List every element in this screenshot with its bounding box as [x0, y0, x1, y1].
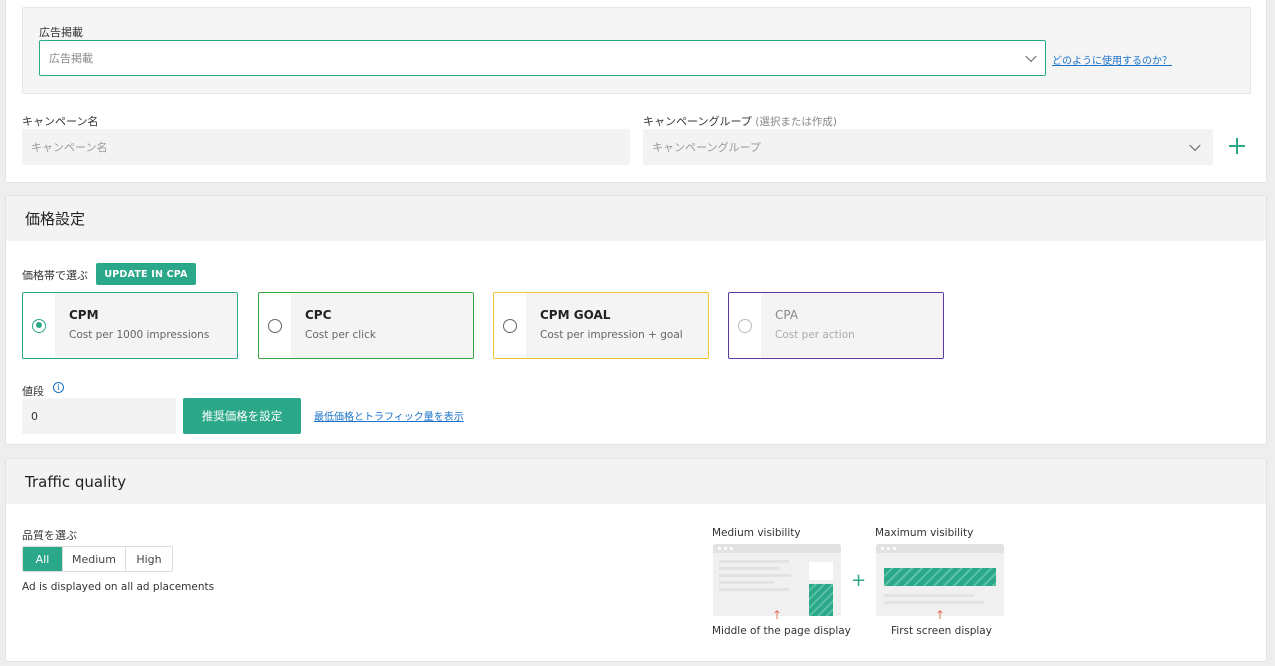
pricing-option-subtitle: Cost per 1000 impressions [69, 329, 210, 341]
segment-medium[interactable]: Medium [63, 547, 126, 571]
campaign-name-label: キャンペーン名 [22, 115, 99, 128]
price-value: 0 [31, 409, 38, 423]
quality-description: Ad is displayed on all ad placements [22, 581, 215, 593]
maximum-visibility-illustration [876, 544, 1004, 616]
campaign-details-card: 広告掲載 広告掲載 どのように使用するのか？ キャンペーン名 キャンペーン名 キ… [5, 0, 1267, 183]
pricing-option-cpc[interactable]: CPC Cost per click [258, 292, 474, 359]
radio-button[interactable] [503, 318, 517, 333]
pricing-option-title: CPM [69, 308, 99, 322]
placement-select[interactable]: 広告掲載 [39, 40, 1046, 76]
maximum-bottom-caption: First screen display [891, 625, 992, 637]
campaign-name-input[interactable]: キャンペーン名 [22, 129, 630, 165]
plus-icon: + [851, 570, 867, 591]
radio-button[interactable] [32, 318, 46, 333]
pricing-option-subtitle: Cost per impression + goal [540, 329, 683, 341]
how-to-use-link[interactable]: どのように使用するのか？ [1052, 52, 1172, 67]
campaign-group-select[interactable]: キャンペーングループ [643, 129, 1213, 165]
info-icon[interactable]: i [53, 382, 64, 393]
pricing-option-subtitle: Cost per click [305, 329, 376, 341]
placement-label: 広告掲載 [39, 26, 83, 39]
quality-segmented-control: All Medium High [22, 546, 173, 572]
campaign-name-placeholder: キャンペーン名 [31, 141, 108, 154]
pricing-option-cpm[interactable]: CPM Cost per 1000 impressions [22, 292, 238, 359]
quality-select-label: 品質を選ぶ [22, 529, 77, 542]
pricing-option-title: CPM GOAL [540, 308, 611, 322]
price-label: 値段 [22, 385, 44, 398]
pricing-option-title: CPC [305, 308, 332, 322]
pricing-option-title: CPA [775, 308, 799, 322]
segment-all[interactable]: All [23, 547, 63, 571]
medium-visibility-caption: Medium visibility [712, 527, 801, 539]
campaign-group-placeholder: キャンペーングループ [652, 141, 761, 154]
pricing-option-cpm-goal[interactable]: CPM GOAL Cost per impression + goal [493, 292, 709, 359]
set-recommended-price-button[interactable]: 推奨価格を設定 [183, 398, 301, 434]
chevron-down-icon [1025, 50, 1037, 63]
traffic-header: Traffic quality [6, 459, 1266, 504]
placement-section: 広告掲載 広告掲載 どのように使用するのか？ [22, 7, 1251, 94]
add-campaign-group-plus-icon[interactable] [1229, 138, 1245, 154]
pricing-card: 価格設定 価格帯で選ぶ UPDATE IN CPA CPM Cost per 1… [5, 195, 1267, 445]
campaign-group-label-hint: (選択または作成) [755, 116, 837, 128]
medium-visibility-illustration [713, 544, 841, 616]
traffic-quality-card: Traffic quality 品質を選ぶ All Medium High Ad… [5, 458, 1267, 662]
price-input[interactable]: 0 [22, 398, 176, 434]
campaign-group-label-text: キャンペーングループ [643, 115, 752, 128]
pricing-option-subtitle: Cost per action [775, 329, 855, 341]
medium-bottom-caption: Middle of the page display [712, 625, 851, 637]
pricing-option-cpa[interactable]: CPA Cost per action [728, 292, 944, 359]
radio-button[interactable] [738, 318, 752, 333]
pricing-header: 価格設定 [6, 196, 1266, 241]
arrow-up-icon: ↑ [935, 608, 946, 622]
update-in-cpa-button[interactable]: UPDATE IN CPA [96, 263, 196, 285]
pricing-select-label: 価格帯で選ぶ [22, 269, 88, 282]
maximum-visibility-caption: Maximum visibility [875, 527, 974, 539]
chevron-down-icon [1189, 139, 1201, 152]
show-traffic-link[interactable]: 最低価格とトラフィック量を表示 [314, 408, 464, 423]
segment-high[interactable]: High [126, 547, 172, 571]
radio-button[interactable] [268, 318, 282, 333]
placement-placeholder: 広告掲載 [49, 52, 93, 65]
campaign-group-label: キャンペーングループ (選択または作成) [643, 113, 837, 129]
arrow-up-icon: ↑ [772, 608, 783, 622]
